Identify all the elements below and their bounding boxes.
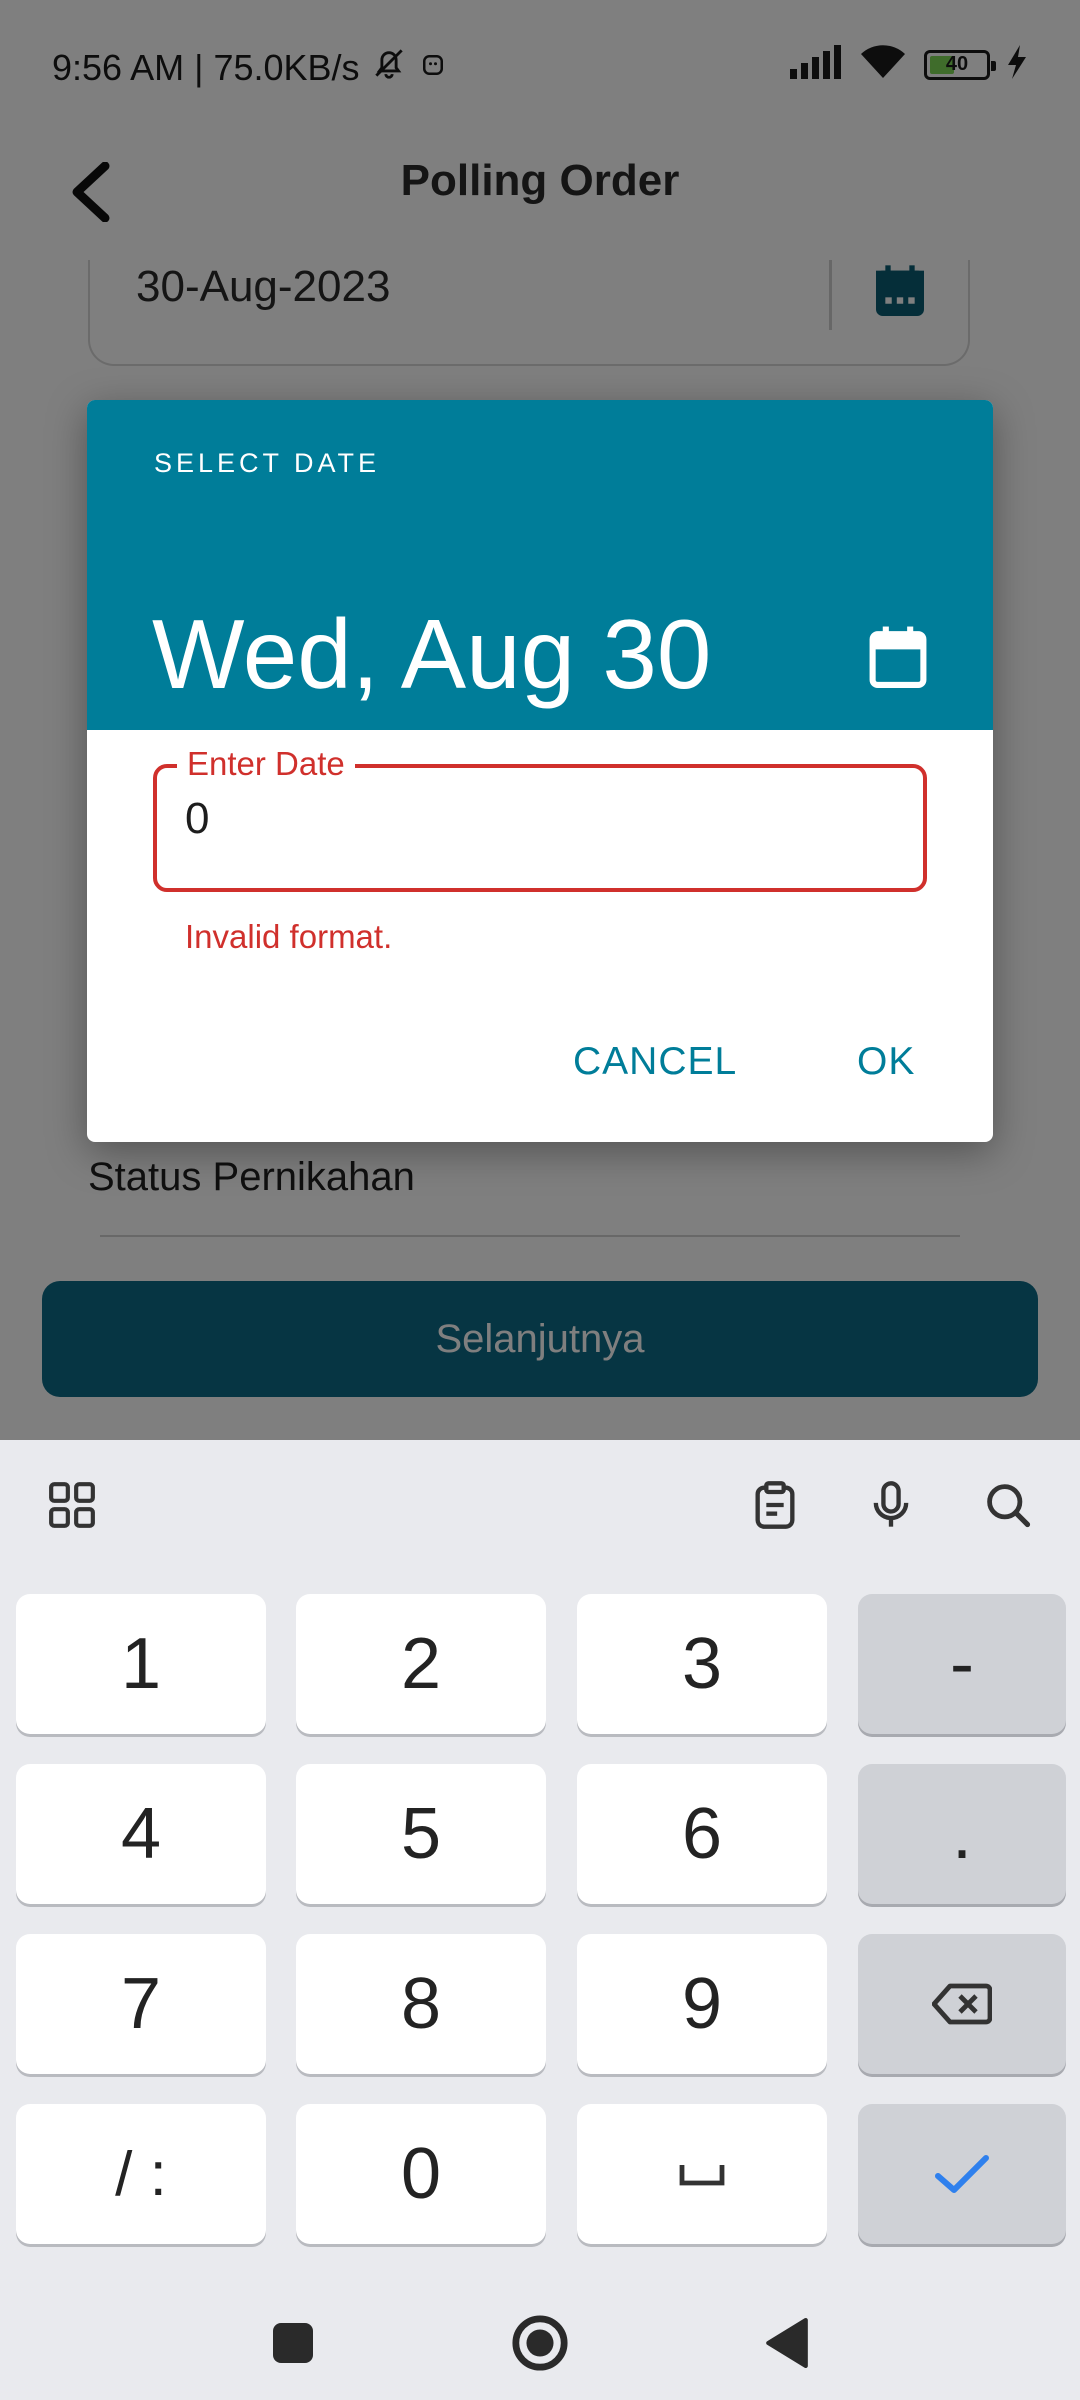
apps-grid-icon[interactable] xyxy=(42,1475,102,1535)
key-3[interactable]: 3 xyxy=(577,1594,827,1734)
key-backspace[interactable] xyxy=(858,1934,1066,2074)
key-4[interactable]: 4 xyxy=(16,1764,266,1904)
date-entry-label: Enter Date xyxy=(177,744,355,784)
date-picker-dialog: SELECT DATE Wed, Aug 30 Enter Date Inval… xyxy=(87,400,993,1142)
checkmark-icon xyxy=(935,2155,989,2193)
key-minus[interactable]: - xyxy=(858,1594,1066,1734)
key-2[interactable]: 2 xyxy=(296,1594,546,1734)
key-slash-colon[interactable]: / : xyxy=(16,2104,266,2244)
key-period[interactable]: . xyxy=(858,1764,1066,1904)
date-entry-input[interactable] xyxy=(185,794,885,844)
key-1[interactable]: 1 xyxy=(16,1594,266,1734)
key-0[interactable]: 0 xyxy=(296,2104,546,2244)
clipboard-icon[interactable] xyxy=(745,1475,805,1535)
key-6[interactable]: 6 xyxy=(577,1764,827,1904)
key-done[interactable] xyxy=(858,2104,1066,2244)
key-5[interactable]: 5 xyxy=(296,1764,546,1904)
cancel-button[interactable]: CANCEL xyxy=(573,1040,737,1084)
ok-button[interactable]: OK xyxy=(857,1040,915,1084)
calendar-mode-button[interactable] xyxy=(863,622,933,692)
key-7[interactable]: 7 xyxy=(16,1934,266,2074)
keyboard-toolbar xyxy=(0,1440,1080,1570)
date-entry-error: Invalid format. xyxy=(185,918,393,955)
date-entry-field[interactable]: Enter Date xyxy=(153,744,927,892)
system-nav-bar xyxy=(0,2280,1080,2400)
space-icon xyxy=(679,2165,725,2186)
triangle-back-icon xyxy=(766,2318,808,2368)
microphone-icon[interactable] xyxy=(861,1475,921,1535)
numeric-keyboard: 1 2 3 - 4 5 6 . 7 8 9 / : 0 xyxy=(0,1440,1080,2400)
search-icon[interactable] xyxy=(978,1475,1038,1535)
square-icon xyxy=(273,2323,313,2363)
dialog-header: SELECT DATE Wed, Aug 30 xyxy=(87,400,993,730)
key-9[interactable]: 9 xyxy=(577,1934,827,2074)
backspace-icon xyxy=(932,1983,992,2025)
back-nav-button[interactable] xyxy=(752,2308,822,2378)
key-space[interactable] xyxy=(577,2104,827,2244)
home-button[interactable] xyxy=(505,2308,575,2378)
recents-button[interactable] xyxy=(258,2308,328,2378)
dialog-selected-date: Wed, Aug 30 xyxy=(152,599,712,709)
circle-icon xyxy=(512,2315,568,2371)
calendar-outline-icon xyxy=(869,626,927,688)
key-8[interactable]: 8 xyxy=(296,1934,546,2074)
dialog-overline: SELECT DATE xyxy=(154,448,381,478)
